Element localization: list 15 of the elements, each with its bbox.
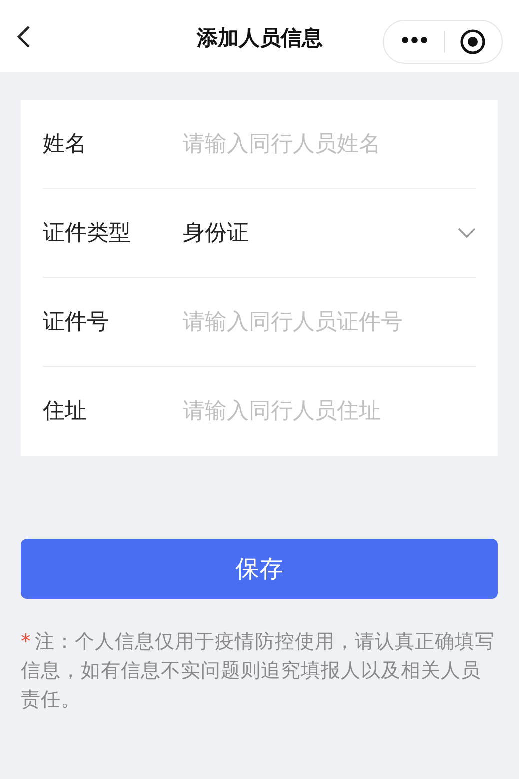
select-field[interactable]: 身份证 xyxy=(183,213,476,253)
input-field[interactable]: 请输入同行人员姓名 xyxy=(183,124,476,164)
chevron-down-icon xyxy=(458,228,476,238)
input-field[interactable]: 请输入同行人员住址 xyxy=(183,392,476,432)
field-label: 证件类型 xyxy=(43,220,132,248)
note-text: * 注：个人信息仅用于疫情防控使用，请认真正确填写信息，如有信息不实问题则追究填报人以及相关人员责任。 xyxy=(21,629,496,713)
target-icon xyxy=(460,29,486,55)
more-button[interactable]: ••• xyxy=(384,21,444,63)
field-label: 住址 xyxy=(43,398,88,426)
page-title: 添加人员信息 xyxy=(196,26,324,50)
back-icon xyxy=(17,25,31,49)
save-button[interactable]: 保存 xyxy=(21,539,498,599)
input-field[interactable]: 请输入同行人员证件号 xyxy=(183,302,476,342)
field-label: 证件号 xyxy=(43,308,110,336)
field-label: 姓名 xyxy=(43,130,88,158)
